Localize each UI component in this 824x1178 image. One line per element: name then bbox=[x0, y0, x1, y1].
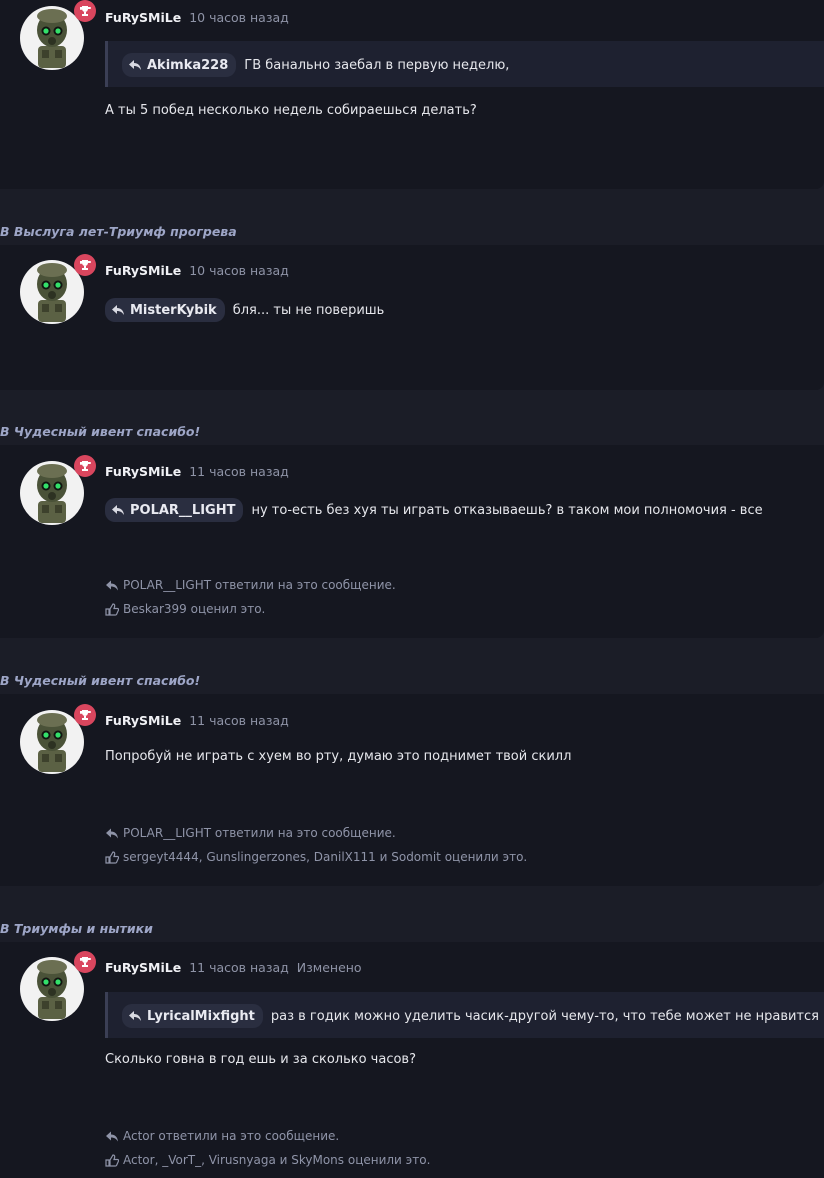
avatar[interactable] bbox=[20, 704, 96, 774]
post-body: Сколько говна в год ешь и за сколько час… bbox=[105, 1052, 416, 1067]
reply-arrow-icon bbox=[106, 580, 118, 590]
post-body: бля... ты не поверишь bbox=[232, 302, 385, 318]
avatar[interactable] bbox=[20, 254, 96, 324]
mention-chip[interactable]: POLAR__LIGHT bbox=[105, 498, 244, 522]
timestamp[interactable]: 11 часов назад bbox=[189, 713, 289, 728]
reply-arrow-icon bbox=[112, 505, 124, 515]
quote-block: Akimka228 ГВ банально заебал в первую не… bbox=[105, 41, 824, 87]
thumbs-up-icon bbox=[105, 1153, 119, 1167]
mention-chip[interactable]: MisterKybik bbox=[105, 298, 225, 322]
post-meta: FuRySMiLe 11 часов назад Изменено bbox=[105, 960, 362, 975]
reply-arrow-icon bbox=[129, 60, 141, 70]
post-meta: FuRySMiLe 10 часов назад bbox=[105, 263, 289, 278]
reply-arrow-icon bbox=[112, 305, 124, 315]
username-link[interactable]: FuRySMiLe bbox=[105, 10, 181, 25]
quote-text: раз в годик можно уделить часик-другой ч… bbox=[270, 1008, 819, 1024]
thread-link[interactable]: В Чудесный ивент спасибо! bbox=[0, 673, 200, 688]
quote-author-chip[interactable]: Akimka228 bbox=[122, 53, 237, 77]
post-meta: FuRySMiLe 11 часов назад bbox=[105, 464, 289, 479]
timestamp[interactable]: 11 часов назад bbox=[189, 960, 289, 975]
likes-notice[interactable]: Actor, _VorT_, Virusnyaga и SkyMons оцен… bbox=[105, 1153, 430, 1167]
likes-notice[interactable]: Beskar399 оценил это. bbox=[105, 602, 265, 616]
trophy-badge-icon bbox=[74, 704, 96, 726]
username-link[interactable]: FuRySMiLe bbox=[105, 713, 181, 728]
timestamp[interactable]: 10 часов назад bbox=[189, 10, 289, 25]
username-link[interactable]: FuRySMiLe bbox=[105, 464, 181, 479]
username-link[interactable]: FuRySMiLe bbox=[105, 263, 181, 278]
quote-block: LyricalMixfight раз в годик можно уделит… bbox=[105, 992, 824, 1038]
replies-notice[interactable]: POLAR__LIGHT ответили на это сообщение. bbox=[105, 826, 396, 840]
timestamp[interactable]: 10 часов назад bbox=[189, 263, 289, 278]
avatar[interactable] bbox=[20, 455, 96, 525]
quote-text: ГВ банально заебал в первую неделю, bbox=[244, 57, 510, 73]
username-link[interactable]: FuRySMiLe bbox=[105, 960, 181, 975]
reply-arrow-icon bbox=[106, 1131, 118, 1141]
thumbs-up-icon bbox=[105, 602, 119, 616]
edited-label: Изменено bbox=[296, 960, 362, 975]
mention-line: POLAR__LIGHT ну то-есть без хуя ты играт… bbox=[105, 498, 763, 522]
avatar[interactable] bbox=[20, 0, 96, 70]
post-meta: FuRySMiLe 10 часов назад bbox=[105, 10, 289, 25]
replies-notice[interactable]: POLAR__LIGHT ответили на это сообщение. bbox=[105, 578, 396, 592]
timestamp[interactable]: 11 часов назад bbox=[189, 464, 289, 479]
thumbs-up-icon bbox=[105, 850, 119, 864]
trophy-badge-icon bbox=[74, 455, 96, 477]
thread-link[interactable]: В Триумфы и нытики bbox=[0, 921, 153, 936]
trophy-badge-icon bbox=[74, 254, 96, 276]
post-meta: FuRySMiLe 11 часов назад bbox=[105, 713, 289, 728]
reply-arrow-icon bbox=[106, 828, 118, 838]
post-body: ну то-есть без хуя ты играть отказываешь… bbox=[251, 502, 763, 518]
post-body: А ты 5 побед несколько недель собираешьс… bbox=[105, 103, 477, 118]
mention-line: MisterKybik бля... ты не поверишь bbox=[105, 298, 384, 322]
thread-link[interactable]: В Выслуга лет-Триумф прогрева bbox=[0, 224, 237, 239]
likes-notice[interactable]: sergeyt4444, Gunslingerzones, DanilX111 … bbox=[105, 850, 527, 864]
replies-notice[interactable]: Actor ответили на это сообщение. bbox=[105, 1129, 339, 1143]
trophy-badge-icon bbox=[74, 0, 96, 22]
avatar[interactable] bbox=[20, 951, 96, 1021]
post-card bbox=[0, 0, 824, 189]
reply-arrow-icon bbox=[129, 1011, 141, 1021]
quote-author-chip[interactable]: LyricalMixfight bbox=[122, 1004, 263, 1028]
post-body: Попробуй не играть с хуем во рту, думаю … bbox=[105, 749, 572, 764]
trophy-badge-icon bbox=[74, 951, 96, 973]
thread-link[interactable]: В Чудесный ивент спасибо! bbox=[0, 424, 200, 439]
